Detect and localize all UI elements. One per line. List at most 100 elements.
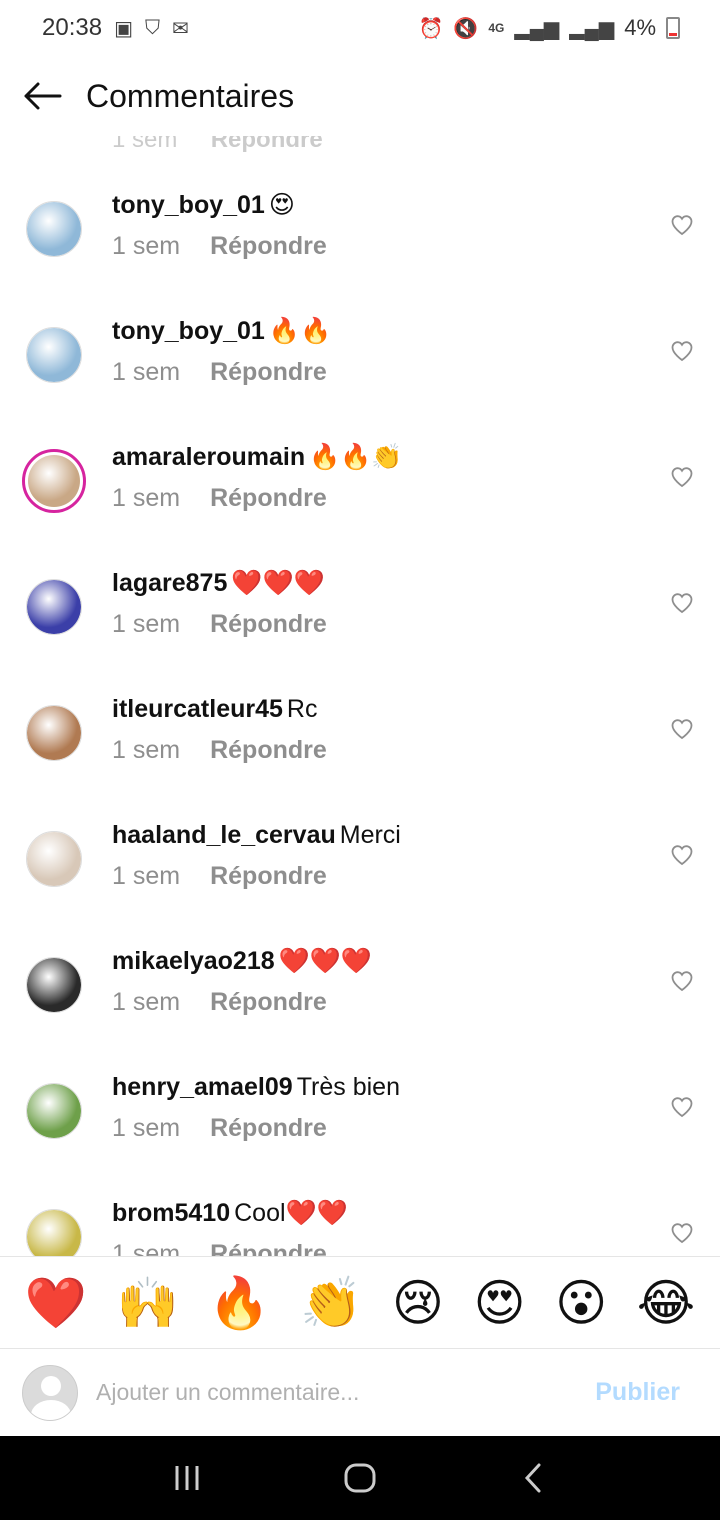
reply-button[interactable]: Répondre [210,358,327,387]
comment-body: 🔥🔥 [268,317,332,345]
home-button[interactable] [330,1448,390,1508]
avatar[interactable] [26,705,82,761]
comment-input[interactable] [96,1379,596,1406]
comment-meta: 1 sem Répondre [112,484,327,513]
avatar-image [27,1084,81,1138]
avatar[interactable] [26,201,82,257]
like-heart-icon[interactable] [670,717,694,741]
avatar[interactable] [26,1083,82,1139]
comment-text: haaland_le_cervau Merci [112,819,401,851]
comment-time: 1 sem [112,232,181,260]
reply-button[interactable]: Répondre [210,1114,327,1143]
comment-username[interactable]: mikaelyao218 [112,947,275,975]
comment-body: 😍 [268,191,295,219]
comment-text: itleurcatleur45 Rc [112,693,317,725]
comment-meta: 1 sem Répondre [112,1240,327,1256]
emoji-fire-button[interactable]: 🔥 [208,1278,270,1328]
emoji-crying-button[interactable]: 😢 [392,1278,444,1328]
avatar-image [28,455,80,507]
system-nav-bar [0,1436,720,1520]
quick-emoji-bar: ❤️ 🙌 🔥 👏 😢 😍 😮 😂 [0,1256,720,1348]
avatar-image [27,958,81,1012]
emoji-surprised-button[interactable]: 😮 [555,1278,607,1328]
reply-button[interactable]: Répondre [210,736,327,765]
like-heart-icon[interactable] [670,1095,694,1119]
reply-button[interactable]: Répondre [210,232,327,261]
shield-icon: ⛉ [144,16,160,39]
reply-button[interactable]: Répondre [210,988,327,1017]
mute-icon: 🔇 [453,17,479,40]
comment-input-bar: Publier [0,1348,720,1436]
comment-meta: 1 sem Répondre [112,610,327,639]
signal-icon-2: ▂▄▆ [569,17,615,40]
emoji-laughing-button[interactable]: 😂 [637,1278,695,1328]
comment-body: Cool❤️❤️ [234,1199,348,1227]
comment-username[interactable]: itleurcatleur45 [112,695,283,723]
comment-row: itleurcatleur45 Rc 1 sem Répondre [0,693,720,819]
comment-username[interactable]: haaland_le_cervau [112,821,336,849]
comment-row: haaland_le_cervau Merci 1 sem Répondre [0,819,720,945]
reply-button[interactable]: Répondre [210,862,327,891]
emoji-raised-hands-button[interactable]: 🙌 [117,1278,179,1328]
comment-meta: 1 sem Répondre [112,1114,327,1143]
back-arrow-icon[interactable] [22,76,62,116]
comment-meta: 1 sem Répondre [112,736,327,765]
emoji-clapping-button[interactable]: 👏 [300,1278,362,1328]
avatar[interactable] [26,327,82,383]
home-icon [344,1463,376,1493]
recent-apps-button[interactable] [157,1448,217,1508]
partial-comment-row: 1 sem Répondre [112,136,323,154]
comment-time: 1 sem [112,1240,181,1256]
comment-meta: 1 sem Répondre [112,358,327,387]
comment-meta: 1 sem Répondre [112,862,327,891]
avatar[interactable] [26,579,82,635]
avatar-image [27,328,81,382]
reply-button[interactable]: Répondre [210,1240,327,1256]
avatar[interactable] [26,957,82,1013]
comment-row: brom5410 Cool❤️❤️ 1 sem Répondre [0,1197,720,1256]
comment-row: tony_boy_01 🔥🔥 1 sem Répondre [0,315,720,441]
comments-list[interactable]: 1 sem Répondre tony_boy_01 😍 1 sem Répondre… [0,136,720,1256]
comment-body: ❤️❤️❤️ [231,569,325,597]
avatar-image [27,580,81,634]
like-heart-icon[interactable] [670,465,694,489]
comment-body: Merci [339,821,401,849]
like-heart-icon[interactable] [670,843,694,867]
reply-button[interactable]: Répondre [210,484,327,513]
avatar[interactable] [26,1209,82,1256]
settings-notification-icon: ✉ [171,17,189,40]
comment-username[interactable]: amaraleroumain [112,443,305,471]
emoji-heart-button[interactable]: ❤️ [25,1278,87,1328]
comment-row: henry_amael09 Très bien 1 sem Répondre [0,1071,720,1197]
status-time: 20:38 [42,14,103,41]
back-chevron-icon [525,1463,541,1493]
comment-username[interactable]: tony_boy_01 [112,191,265,219]
avatar-image [27,832,81,886]
back-button[interactable] [503,1448,563,1508]
like-heart-icon[interactable] [670,591,694,615]
emoji-heart-eyes-button[interactable]: 😍 [474,1278,526,1328]
like-heart-icon[interactable] [670,969,694,993]
comment-row: mikaelyao218 ❤️❤️❤️ 1 sem Répondre [0,945,720,1071]
comment-username[interactable]: tony_boy_01 [112,317,265,345]
comment-text: mikaelyao218 ❤️❤️❤️ [112,945,372,977]
avatar-image [27,706,81,760]
like-heart-icon[interactable] [670,213,694,237]
status-bar: 20:38 ▣ ⛉ ✉ ⏰ 🔇 4G ▂▄▆ ▂▄▆ 4% [0,0,720,56]
recent-apps-icon [175,1466,199,1490]
comment-username[interactable]: lagare875 [112,569,227,597]
avatar [22,1364,78,1421]
avatar[interactable] [22,449,86,513]
comment-username[interactable]: brom5410 [112,1199,230,1227]
comment-text: tony_boy_01 🔥🔥 [112,315,331,347]
reply-button[interactable]: Répondre [210,610,327,639]
like-heart-icon[interactable] [670,1221,694,1245]
comment-username[interactable]: henry_amael09 [112,1073,293,1101]
network-type: 4G [488,21,505,35]
battery-icon [666,17,680,39]
comment-time: 1 sem [112,484,181,512]
avatar[interactable] [26,831,82,887]
comment-time: 1 sem [112,610,181,638]
publish-button[interactable]: Publier [595,1378,680,1407]
like-heart-icon[interactable] [670,339,694,363]
